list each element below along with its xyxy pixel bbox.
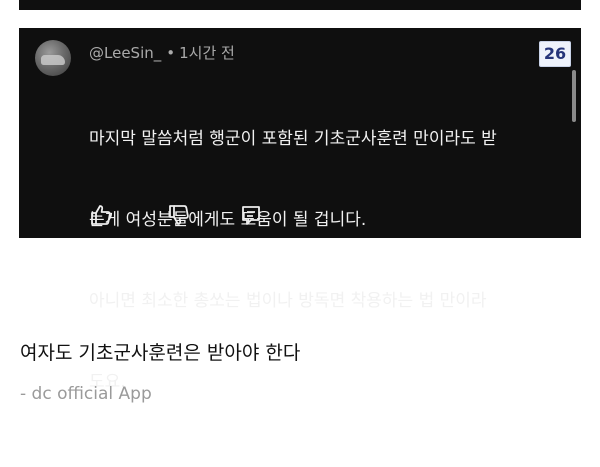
comment-time: 1시간 전 [179,44,235,62]
avatar[interactable] [35,40,71,76]
comment-username[interactable]: @LeeSin_ [89,44,161,62]
reply-icon[interactable] [239,203,263,227]
comment-card: @LeeSin_ • 1시간 전 마지막 말씀처럼 행군이 포함된 기초군사훈련 만… [19,28,581,392]
post-footer: - dc official App [20,384,152,404]
comment-line: 는게 여성분들에게도 도움이 될 겁니다. [89,210,367,230]
post-title: 여자도 기초군사훈련은 받아야 한다 [20,342,301,364]
comment-text: 마지막 말씀처럼 행군이 포함된 기초군사훈련 만이라도 받 는게 여성분들에게… [89,72,559,450]
thumbs-up-icon[interactable] [89,203,113,227]
comment-meta: @LeeSin_ • 1시간 전 [89,42,235,63]
comment-line: 도요. [89,372,126,392]
scrollbar[interactable] [572,70,576,122]
comment-line: 마지막 말씀처럼 행군이 포함된 기초군사훈련 만이라도 받 [89,129,497,149]
thumbs-down-icon[interactable] [167,203,191,227]
comment-line: 아니면 최소한 총쏘는 법이나 방독면 착용하는 법 만이라 [89,291,487,311]
like-count-badge: 26 [539,41,571,67]
meta-separator: • [166,44,176,62]
previous-card-edge [19,0,581,10]
